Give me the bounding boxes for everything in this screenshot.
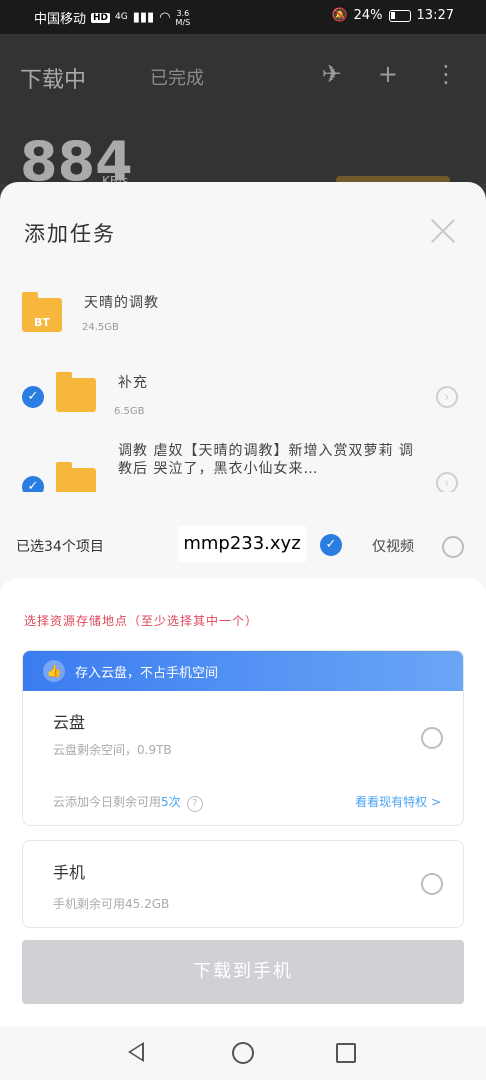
bt-folder-icon: BT (22, 292, 62, 332)
checked-icon[interactable]: ✓ (22, 476, 44, 492)
app-header: 下载中 已完成 ✈ + ⋮ 884 KB/s (0, 34, 486, 193)
file-list: BT 天晴的调教 24.5GB ✓ 补充 6.5GB › ✓ 调教 虐奴【天晴的… (0, 282, 486, 492)
chevron-right-icon[interactable]: › (436, 472, 458, 492)
file-name: 天晴的调教 (84, 295, 159, 311)
rocket-icon[interactable]: ✈ (322, 60, 342, 88)
download-to-phone-button[interactable]: 下载到手机 (22, 940, 464, 1004)
folder-icon (56, 462, 96, 492)
thumbs-up-icon: 👍 (43, 660, 65, 682)
battery-percent: 24% (353, 8, 383, 23)
close-icon[interactable] (430, 218, 456, 244)
cloud-banner-text: 存入云盘，不占手机空间 (75, 665, 219, 681)
selected-count: 已选34个项目 (16, 539, 104, 555)
cloud-privilege-count: 云添加今日剩余可用5次? (53, 793, 203, 812)
signal-bars-icon: ▮▮▮ (132, 10, 155, 25)
select-all-checkbox[interactable]: ✓ (320, 534, 342, 556)
selection-bar: 已选34个项目 mmp233.xyz ✓ 仅视频 (0, 522, 486, 570)
cloud-title: 云盘 (53, 713, 86, 732)
status-bar: 中国移动 HD 4G ▮▮▮ ◠ 3.6 M/S 🔕 24% 13:27 (0, 0, 486, 34)
cloud-remaining: 云盘剩余空间，0.9TB (53, 743, 172, 757)
more-icon[interactable]: ⋮ (434, 60, 458, 88)
mute-icon: 🔕 (331, 8, 348, 23)
wifi-icon: ◠ (159, 10, 171, 25)
view-privileges-link[interactable]: 看看现有特权 > (355, 793, 441, 810)
folder-icon (56, 372, 96, 412)
dialog-title: 添加任务 (24, 222, 116, 246)
phone-remaining: 手机剩余可用45.2GB (53, 897, 170, 911)
checked-icon[interactable]: ✓ (22, 386, 44, 408)
add-icon[interactable]: + (378, 60, 398, 88)
help-icon[interactable]: ? (186, 796, 203, 812)
file-name: 调教 虐奴【天晴的调教】新增入赏双萝莉 调教后 哭泣了，黑衣小仙女来… (118, 443, 414, 477)
file-name: 补充 (118, 375, 148, 391)
net-speed-label: 3.6 M/S (175, 8, 191, 27)
recent-apps-icon[interactable] (336, 1043, 356, 1063)
phone-radio[interactable] (421, 873, 443, 895)
video-only-label: 仅视频 (372, 539, 414, 555)
system-nav-bar (0, 1026, 486, 1080)
carrier-label: 中国移动 (34, 12, 87, 27)
chevron-right-icon[interactable]: › (436, 386, 458, 408)
storage-panel: 选择资源存储地点（至少选择其中一个） 👍 存入云盘，不占手机空间 云盘 云盘剩余… (0, 578, 486, 1080)
hd-icon: HD (91, 12, 111, 23)
watermark-text: mmp233.xyz (178, 526, 306, 562)
battery-icon (388, 9, 411, 22)
cloud-option-card[interactable]: 👍 存入云盘，不占手机空间 云盘 云盘剩余空间，0.9TB 云添加今日剩余可用5… (22, 650, 464, 826)
phone-title: 手机 (53, 863, 86, 882)
cloud-radio[interactable] (421, 727, 443, 749)
back-icon[interactable] (128, 1042, 144, 1062)
storage-hint: 选择资源存储地点（至少选择其中一个） (24, 614, 259, 628)
phone-option-card[interactable]: 手机 手机剩余可用45.2GB (22, 840, 464, 928)
signal-label: 4G (115, 12, 128, 22)
file-size: 6.5GB (114, 406, 145, 417)
cloud-banner: 👍 存入云盘，不占手机空间 (23, 651, 463, 691)
tab-completed[interactable]: 已完成 (150, 64, 204, 90)
clock: 13:27 (416, 8, 454, 23)
video-only-radio[interactable] (442, 536, 464, 558)
file-size: 24.5GB (82, 322, 119, 333)
tab-downloading[interactable]: 下载中 (20, 62, 86, 94)
home-icon[interactable] (232, 1042, 254, 1064)
add-task-dialog: 添加任务 BT 天晴的调教 24.5GB ✓ 补充 6.5GB › ✓ 调教 虐… (0, 182, 486, 1080)
